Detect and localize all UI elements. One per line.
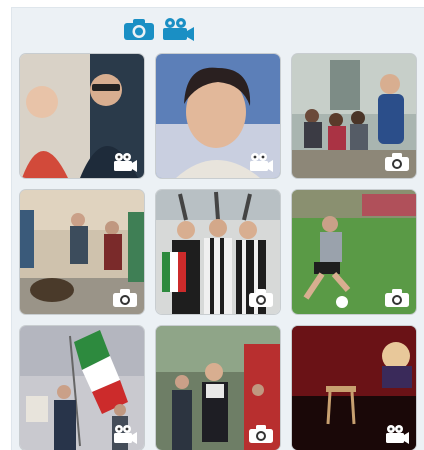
video-camera-icon — [248, 152, 274, 172]
media-tile[interactable] — [292, 190, 416, 314]
video-camera-icon — [112, 424, 138, 444]
camera-icon — [384, 288, 410, 308]
media-tile[interactable] — [156, 54, 280, 178]
camera-icon — [384, 152, 410, 172]
media-tile[interactable] — [20, 54, 144, 178]
media-tile[interactable] — [292, 54, 416, 178]
media-tile[interactable] — [292, 326, 416, 450]
media-tile[interactable] — [20, 190, 144, 314]
video-camera-icon[interactable] — [161, 17, 195, 41]
camera-icon — [112, 288, 138, 308]
camera-icon — [248, 288, 274, 308]
media-tile[interactable] — [156, 190, 280, 314]
media-tile[interactable] — [20, 326, 144, 450]
media-tile[interactable] — [156, 326, 280, 450]
camera-icon[interactable] — [123, 17, 155, 41]
video-camera-icon — [384, 424, 410, 444]
video-camera-icon — [112, 152, 138, 172]
camera-icon — [248, 424, 274, 444]
